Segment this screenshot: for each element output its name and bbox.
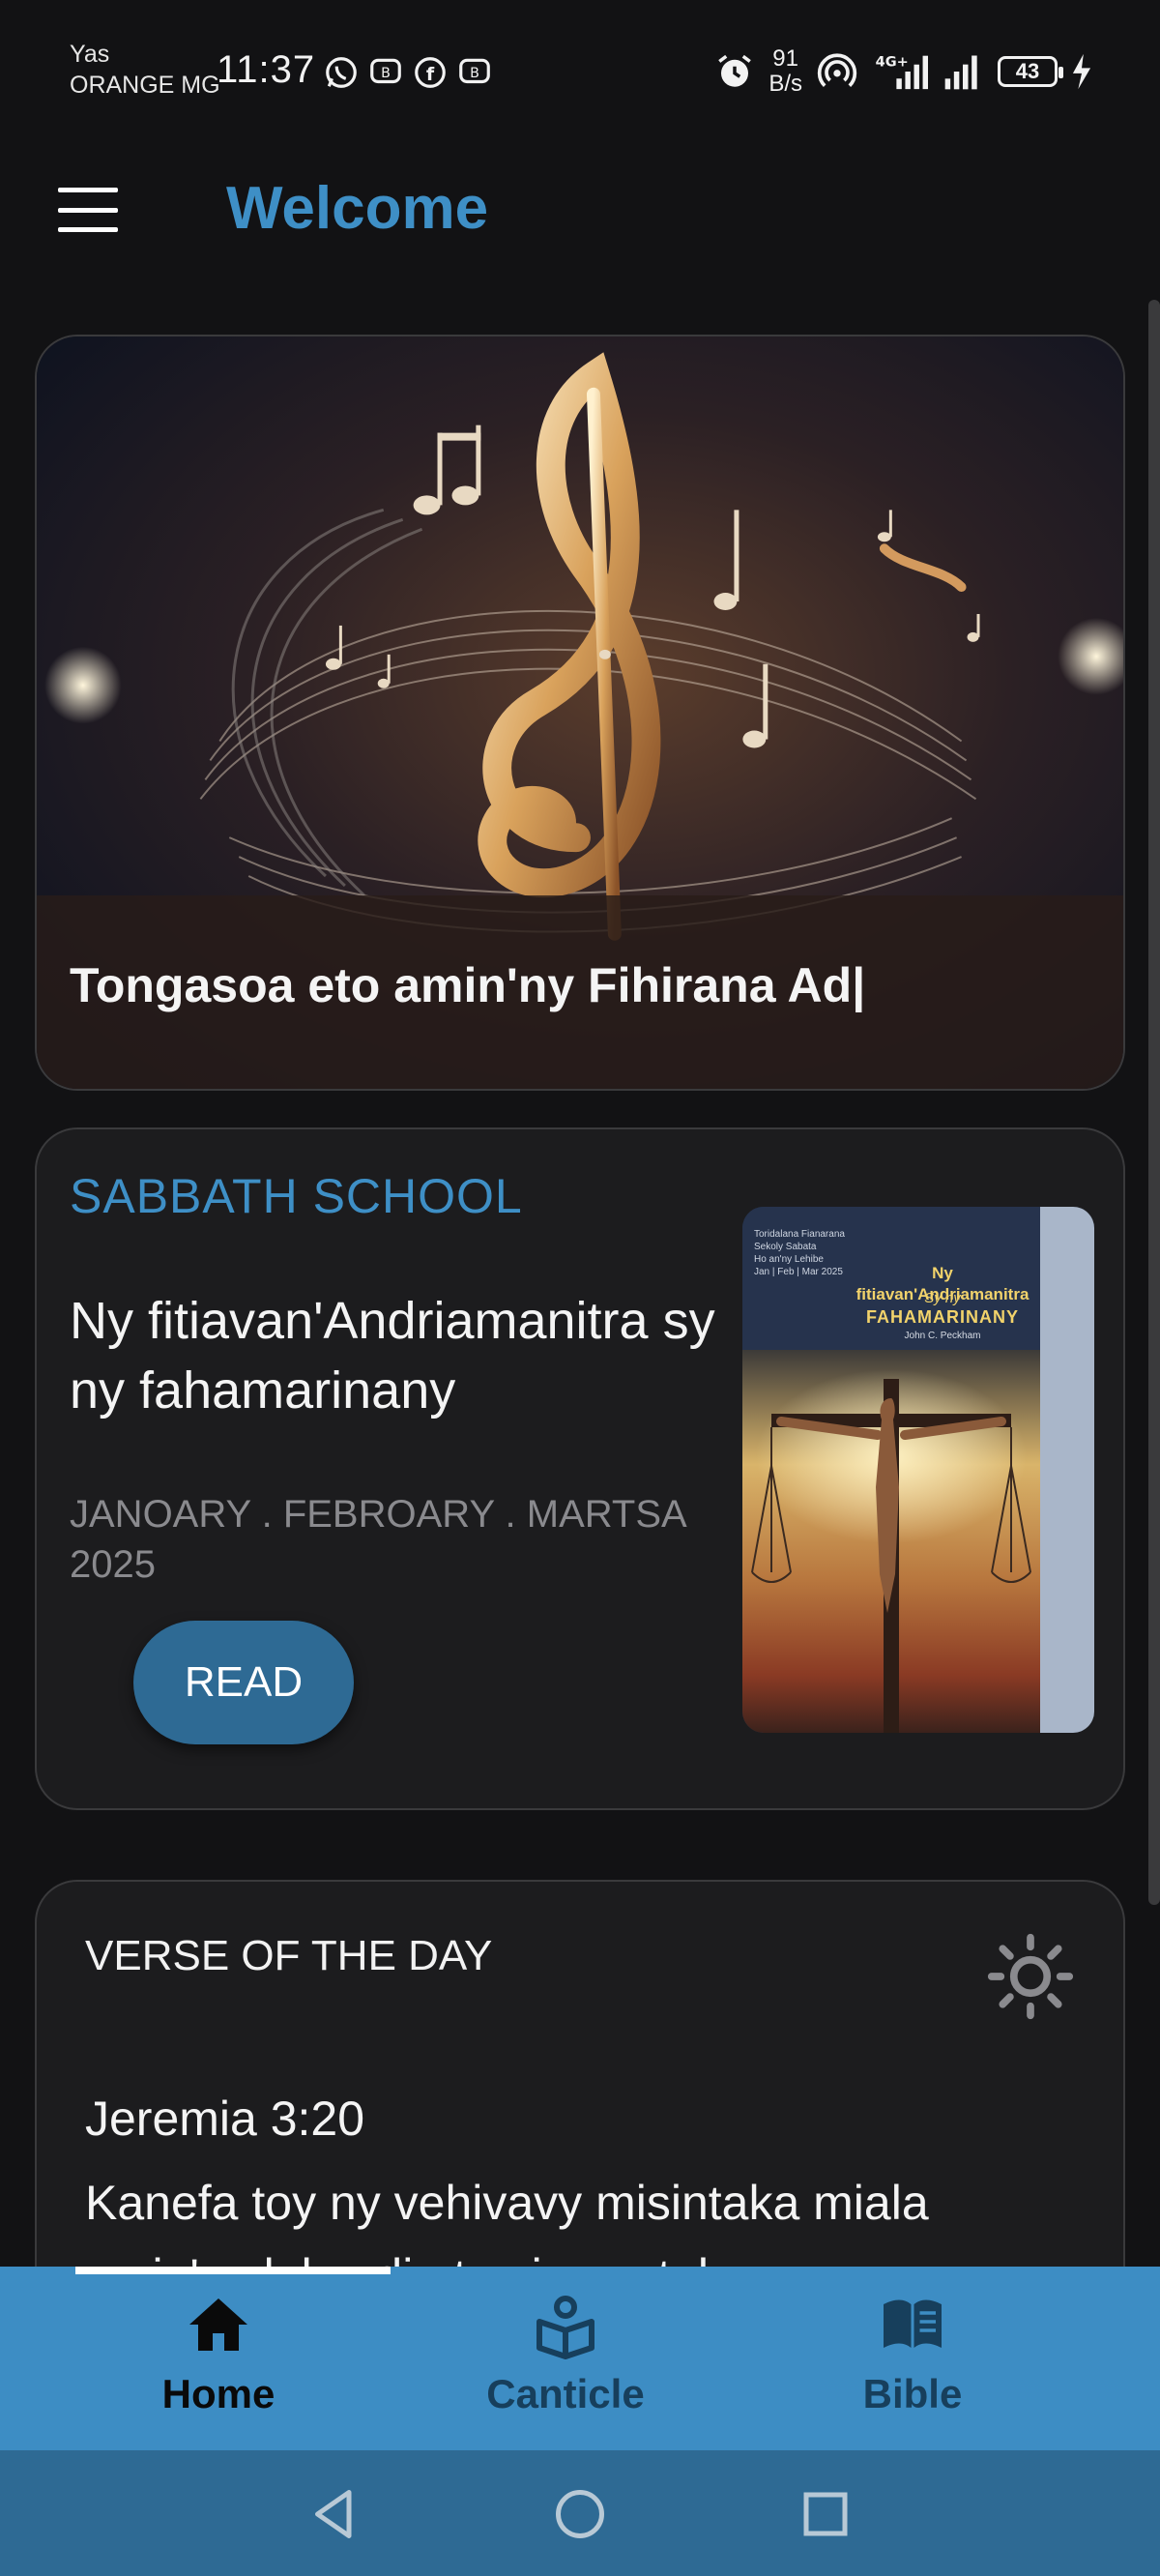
nav-home-label: Home — [161, 2371, 276, 2416]
nav-canticle[interactable]: Canticle — [440, 2290, 691, 2435]
carrier-line-2: ORANGE MG — [70, 72, 220, 99]
status-bar: Yas ORANGE MG 11:37 B f B 91 B/s 4G+ 43 — [0, 0, 1160, 135]
whatsapp-business-icon: B — [370, 58, 401, 84]
sun-icon[interactable] — [986, 1932, 1075, 2021]
notification-icons: B f B — [323, 54, 493, 91]
open-book-icon — [884, 2299, 942, 2348]
nav-bible[interactable]: Bible — [787, 2290, 1038, 2435]
net-speed: 91 B/s — [768, 46, 802, 97]
cover-meta: Toridalana Fianarana Sekoly Sabata Ho an… — [754, 1228, 845, 1278]
verse-reference: Jeremia 3:20 — [85, 2092, 365, 2146]
read-button[interactable]: READ — [133, 1621, 354, 1744]
cover-meta-line-2: Sekoly Sabata — [754, 1242, 817, 1252]
battery-icon: 43 — [998, 56, 1063, 87]
cover-meta-line-4: Jan | Feb | Mar 2025 — [754, 1267, 843, 1277]
charging-icon — [1072, 53, 1091, 90]
nav-canticle-label: Canticle — [486, 2371, 645, 2416]
cover-meta-line-1: Toridalana Fianarana — [754, 1229, 845, 1240]
cover-subtitle: Sy ny — [924, 1290, 961, 1306]
nav-home[interactable]: Home — [93, 2290, 344, 2435]
facebook-icon: f — [415, 57, 446, 88]
verse-of-the-day-label: VERSE OF THE DAY — [85, 1932, 493, 1979]
home-circle-icon[interactable] — [551, 2485, 609, 2543]
welcome-hero-card[interactable]: Tongasoa eto amin'ny Fihirana Ad| — [35, 335, 1125, 1091]
hero-caption-bar: Tongasoa eto amin'ny Fihirana Ad| — [37, 895, 1123, 1089]
recents-icon[interactable] — [797, 2485, 855, 2543]
cover-header: Toridalana Fianarana Sekoly Sabata Ho an… — [742, 1207, 1040, 1350]
carrier-line-1: Yas — [70, 41, 110, 68]
back-icon[interactable] — [305, 2485, 363, 2543]
hero-caption: Tongasoa eto amin'ny Fihirana Ad| — [70, 958, 866, 1012]
cover-big-title: FAHAMARINANY — [866, 1307, 1019, 1327]
bottom-navigation: Home Canticle Bible — [0, 2267, 1160, 2450]
net-speed-value: 91 — [772, 45, 798, 72]
net-speed-unit: B/s — [768, 71, 802, 97]
svg-text:f: f — [426, 64, 435, 85]
svg-text:4G+: 4G+ — [876, 55, 909, 71]
status-right: 91 B/s 4G+ 43 — [714, 46, 1092, 97]
svg-text:B: B — [470, 66, 479, 81]
page-title: Welcome — [226, 175, 489, 242]
whatsapp-business-icon: B — [459, 58, 490, 84]
signal-4g-icon: 4G+ — [876, 55, 928, 90]
alarm-icon — [718, 54, 752, 87]
svg-text:B: B — [381, 66, 391, 81]
hymnal-icon — [536, 2296, 594, 2359]
cover-author: John C. Peckham — [904, 1331, 981, 1341]
sabbath-school-card: SABBATH SCHOOL Ny fitiavan'Andriamanitra… — [35, 1127, 1125, 1810]
lesson-cover-image[interactable]: Toridalana Fianarana Sekoly Sabata Ho an… — [742, 1207, 1094, 1733]
lesson-title: Ny fitiavan'Andriamanitra sy ny fahamari… — [70, 1292, 715, 1420]
lesson-quarter: JANOARY . FEBROARY . MARTSA 2025 — [70, 1493, 685, 1586]
hamburger-menu-icon[interactable] — [58, 188, 118, 232]
whatsapp-icon — [326, 57, 357, 88]
crucifixion-image — [742, 1350, 1040, 1733]
nav-bible-label: Bible — [862, 2371, 963, 2416]
hotspot-icon — [817, 53, 857, 87]
sabbath-school-label: SABBATH SCHOOL — [70, 1169, 523, 1223]
scrollbar[interactable] — [1148, 300, 1160, 1905]
carrier-name: Yas ORANGE MG — [70, 39, 220, 101]
cover-meta-line-3: Ho an'ny Lehibe — [754, 1254, 824, 1265]
cover-spine — [1040, 1207, 1094, 1733]
active-tab-indicator — [75, 2267, 391, 2274]
status-clock: 11:37 — [217, 48, 316, 91]
signal-icon — [944, 55, 977, 90]
home-icon — [189, 2298, 247, 2351]
system-navigation-bar — [0, 2450, 1160, 2576]
